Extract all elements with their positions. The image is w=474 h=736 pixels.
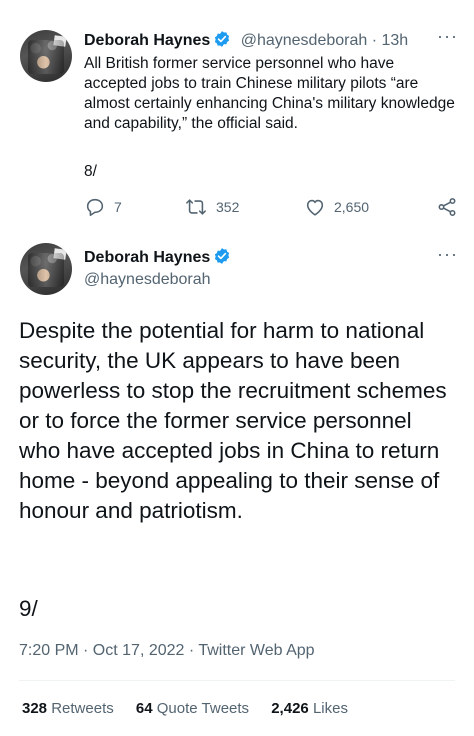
heart-icon: [306, 199, 324, 216]
tweet-actions: 7 352 2,650: [84, 196, 459, 220]
tweet-stats: 328 Retweets 64 Quote Tweets 2,426 Likes: [22, 700, 366, 717]
tweet-header: Deborah Haynes: [84, 247, 231, 267]
divider: [19, 680, 455, 681]
tweet-header: Deborah Haynes @haynesdeborah · 13h: [84, 31, 409, 49]
verified-badge-icon: [215, 248, 230, 264]
reply-button[interactable]: 7: [84, 196, 122, 218]
like-count: 2,650: [334, 199, 370, 215]
thread-marker: 9/: [19, 596, 38, 621]
author-handle[interactable]: @haynesdeborah: [241, 32, 368, 49]
author-name[interactable]: Deborah Haynes: [84, 32, 210, 49]
retweet-count: 352: [216, 199, 240, 215]
tweet-time[interactable]: 13h: [382, 32, 409, 49]
avatar[interactable]: [20, 243, 72, 295]
retweets-stat[interactable]: 328 Retweets: [22, 700, 114, 717]
reply-icon: [86, 198, 104, 217]
tweet-text: All British former service personnel who…: [84, 55, 455, 132]
avatar[interactable]: [20, 30, 72, 82]
more-options-icon[interactable]: ···: [437, 26, 458, 47]
retweet-button[interactable]: 352: [184, 196, 239, 218]
quote-tweets-stat[interactable]: 64 Quote Tweets: [136, 700, 249, 717]
share-button[interactable]: [436, 196, 466, 218]
likes-stat[interactable]: 2,426 Likes: [271, 700, 348, 717]
reply-count: 7: [114, 199, 122, 215]
author-handle[interactable]: @haynesdeborah: [84, 271, 211, 289]
retweet-icon: [186, 199, 206, 215]
tweet-text: Despite the potential for harm to nation…: [19, 318, 447, 523]
verified-badge-icon: [215, 31, 230, 47]
author-name[interactable]: Deborah Haynes: [84, 249, 210, 266]
tweet-timestamp[interactable]: 7:20 PM · Oct 17, 2022 · Twitter Web App: [19, 642, 315, 660]
more-options-icon[interactable]: ···: [437, 244, 458, 265]
share-icon: [438, 198, 456, 216]
thread-marker: 8/: [84, 163, 97, 180]
like-button[interactable]: 2,650: [304, 196, 369, 218]
